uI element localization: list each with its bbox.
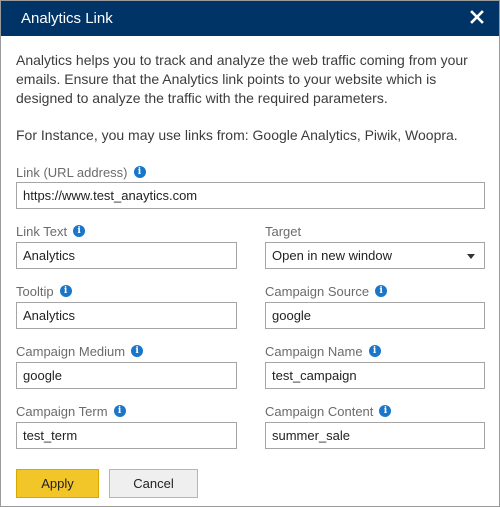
- info-icon[interactable]: i: [59, 285, 72, 297]
- link-text-label: Link Text i: [16, 223, 86, 239]
- analytics-link-dialog: Analytics Link Analytics helps you to tr…: [0, 0, 500, 507]
- campaign-medium-label: Campaign Medium i: [16, 343, 144, 359]
- campaign-source-input[interactable]: [265, 302, 485, 329]
- chevron-down-icon: [467, 254, 475, 259]
- info-icon[interactable]: i: [379, 405, 392, 417]
- info-icon[interactable]: i: [73, 225, 86, 237]
- close-icon[interactable]: [469, 8, 485, 26]
- tooltip-label: Tooltip i: [16, 283, 72, 299]
- campaign-medium-label-text: Campaign Medium: [16, 343, 126, 359]
- campaign-name-input[interactable]: [265, 362, 485, 389]
- campaign-content-label-text: Campaign Content: [265, 403, 374, 419]
- apply-button[interactable]: Apply: [16, 469, 99, 498]
- info-icon[interactable]: i: [131, 345, 144, 357]
- info-icon[interactable]: i: [368, 345, 381, 357]
- examples-text: For Instance, you may use links from: Go…: [16, 127, 458, 143]
- campaign-content-input[interactable]: [265, 422, 485, 449]
- target-label-text: Target: [265, 223, 302, 239]
- campaign-content-label: Campaign Content i: [265, 403, 392, 419]
- link-text-label-text: Link Text: [16, 223, 68, 239]
- campaign-term-label-text: Campaign Term: [16, 403, 108, 419]
- link-url-label: Link (URL address) i: [16, 164, 146, 180]
- description-text: Analytics helps you to track and analyze…: [16, 52, 468, 106]
- info-icon[interactable]: i: [113, 405, 126, 417]
- campaign-medium-input[interactable]: [16, 362, 237, 389]
- info-icon[interactable]: i: [375, 285, 388, 297]
- campaign-name-label: Campaign Name i: [265, 343, 381, 359]
- link-text-input[interactable]: [16, 242, 237, 269]
- target-select[interactable]: Open in new window: [265, 242, 485, 269]
- campaign-term-input[interactable]: [16, 422, 237, 449]
- target-label: Target: [265, 223, 301, 239]
- info-icon[interactable]: i: [133, 166, 146, 178]
- cancel-button[interactable]: Cancel: [109, 469, 198, 498]
- campaign-name-label-text: Campaign Name: [265, 343, 363, 359]
- campaign-term-label: Campaign Term i: [16, 403, 126, 419]
- dialog-title: Analytics Link: [21, 10, 113, 27]
- link-url-input[interactable]: [16, 182, 485, 209]
- target-select-value: Open in new window: [272, 248, 392, 263]
- dialog-titlebar: Analytics Link: [1, 1, 499, 36]
- campaign-source-label-text: Campaign Source: [265, 283, 370, 299]
- tooltip-input[interactable]: [16, 302, 237, 329]
- tooltip-label-text: Tooltip: [16, 283, 54, 299]
- link-url-label-text: Link (URL address): [16, 164, 128, 180]
- campaign-source-label: Campaign Source i: [265, 283, 388, 299]
